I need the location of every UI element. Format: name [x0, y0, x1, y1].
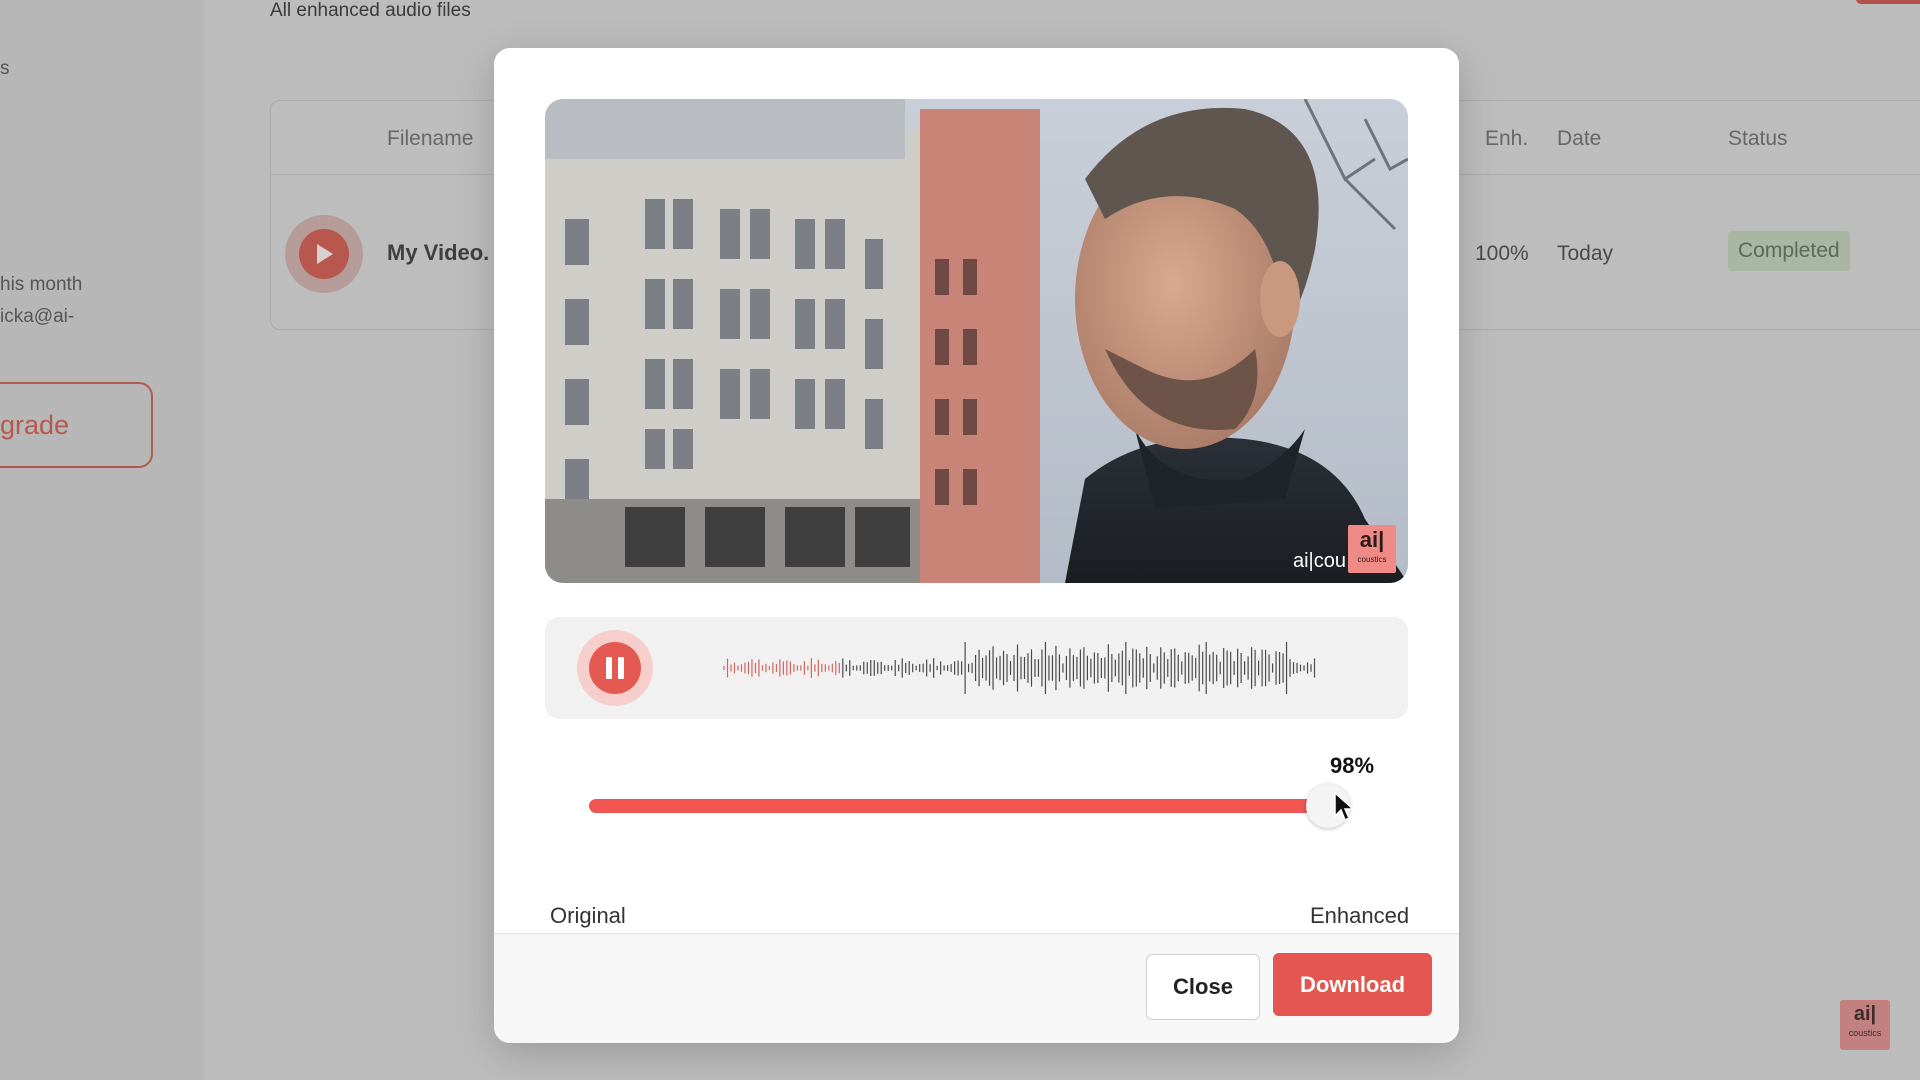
enhancement-value: 98%: [1330, 753, 1375, 778]
column-filename: Filename: [387, 127, 474, 150]
watermark-text: ai|cou: [1292, 550, 1346, 572]
audio-player: [545, 617, 1408, 719]
user-email: icka@ai-: [0, 306, 75, 327]
page-subtitle: All enhanced audio files: [270, 0, 471, 21]
slider-max-label: Enhanced: [1310, 903, 1410, 928]
enhancement-slider[interactable]: [589, 799, 1313, 813]
brand-logo-wordmark: coustics: [1848, 1028, 1882, 1038]
audio-waveform[interactable]: [721, 637, 1321, 699]
watermark-logo-wordmark: coustics: [1357, 555, 1387, 564]
pause-button[interactable]: [577, 630, 653, 706]
sidebar: s his month icka@ai- grade: [0, 0, 204, 1080]
row-filename[interactable]: My Video.: [387, 240, 489, 266]
top-right-button-edge[interactable]: [1856, 0, 1920, 4]
mouse-cursor-icon: [1334, 792, 1354, 822]
status-badge: Completed: [1728, 231, 1850, 271]
row-enhancement: 100%: [1475, 242, 1529, 265]
column-status: Status: [1728, 127, 1788, 150]
preview-dialog: ai|cou ai| coustics 98% Original Enhance…: [494, 48, 1459, 1043]
video-preview[interactable]: ai|cou ai| coustics: [545, 99, 1408, 583]
sidebar-text-fragment: s: [0, 58, 10, 79]
brand-logo-mark: ai|: [1853, 1003, 1877, 1025]
row-play-button[interactable]: [285, 215, 363, 293]
usage-this-month: his month: [0, 274, 83, 295]
row-date: Today: [1557, 242, 1614, 265]
dialog-footer: Close Download: [494, 933, 1459, 1043]
close-button[interactable]: Close: [1146, 954, 1260, 1020]
video-watermark: ai|cou ai| coustics: [1293, 525, 1396, 573]
pause-icon: [589, 642, 641, 694]
slider-min-label: Original: [550, 903, 626, 928]
watermark-logo-mark: ai|: [1359, 527, 1385, 552]
brand-logo: ai| coustics: [1840, 1000, 1890, 1050]
play-icon: [299, 229, 349, 279]
watermark-logo: ai| coustics: [1348, 525, 1396, 573]
video-frame-illustration: [545, 99, 1408, 583]
download-button[interactable]: Download: [1273, 953, 1432, 1016]
upgrade-button[interactable]: grade: [0, 382, 153, 468]
column-enhancement: Enh.: [1485, 127, 1529, 150]
column-date: Date: [1557, 127, 1602, 150]
